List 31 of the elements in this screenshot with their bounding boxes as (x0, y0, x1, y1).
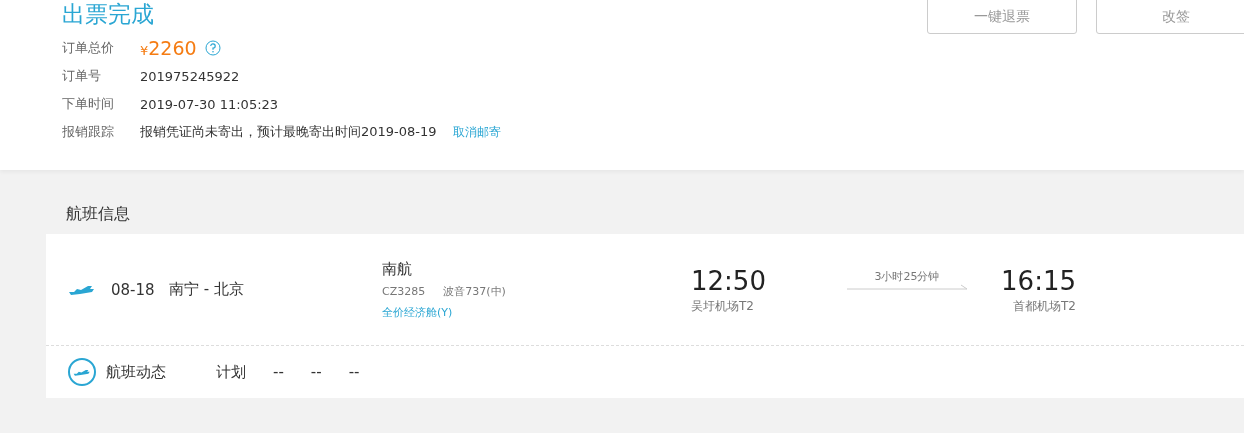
section-heading: 航班信息 (66, 204, 131, 225)
flight-status-label: 航班动态 (106, 362, 167, 382)
flight-status-icon (68, 358, 96, 386)
departure-time: 12:50 (691, 265, 767, 298)
field-label: 下单时间 (62, 95, 115, 113)
flight-route: 南宁 - 北京 (169, 280, 245, 299)
field-label: 报销跟踪 (62, 123, 115, 141)
plan-value: -- (348, 363, 360, 381)
plan-value: -- (273, 363, 284, 381)
flight-date: 08-18 (111, 280, 156, 299)
action-button[interactable]: 改签 (1096, 0, 1244, 34)
field-value: 2019-07-30 11:05:23 (140, 96, 279, 112)
aircraft-type: 波音737(中) (443, 284, 506, 298)
flight-duration: 3小时25分钟 (874, 269, 940, 284)
order-status: 出票完成 (62, 0, 155, 29)
field-label: 订单号 (62, 67, 102, 85)
field-value: 201975245922 (140, 68, 240, 84)
price-text: ¥2260 (140, 37, 197, 59)
help-icon[interactable] (204, 40, 221, 56)
departure-airport: 吴圩机场T2 (691, 298, 755, 315)
arrival-time: 16:15 (1000, 265, 1076, 298)
action-button[interactable]: 一键退票 (927, 0, 1077, 34)
plan-label: 计划 (216, 362, 246, 382)
arrival-airport: 首都机场T2 (1012, 298, 1076, 315)
airline-name: 南航 (382, 259, 413, 279)
cancel-mail-link[interactable]: 取消邮寄 (452, 123, 501, 141)
plan-value: -- (310, 363, 322, 381)
cabin-class: 全价经济舱(Y) (382, 304, 454, 320)
flight-number: CZ3285 (382, 284, 426, 298)
field-value: 报销凭证尚未寄出，预计最晚寄出时间2019-08-19 (140, 123, 437, 141)
field-label: 订单总价 (62, 39, 115, 57)
